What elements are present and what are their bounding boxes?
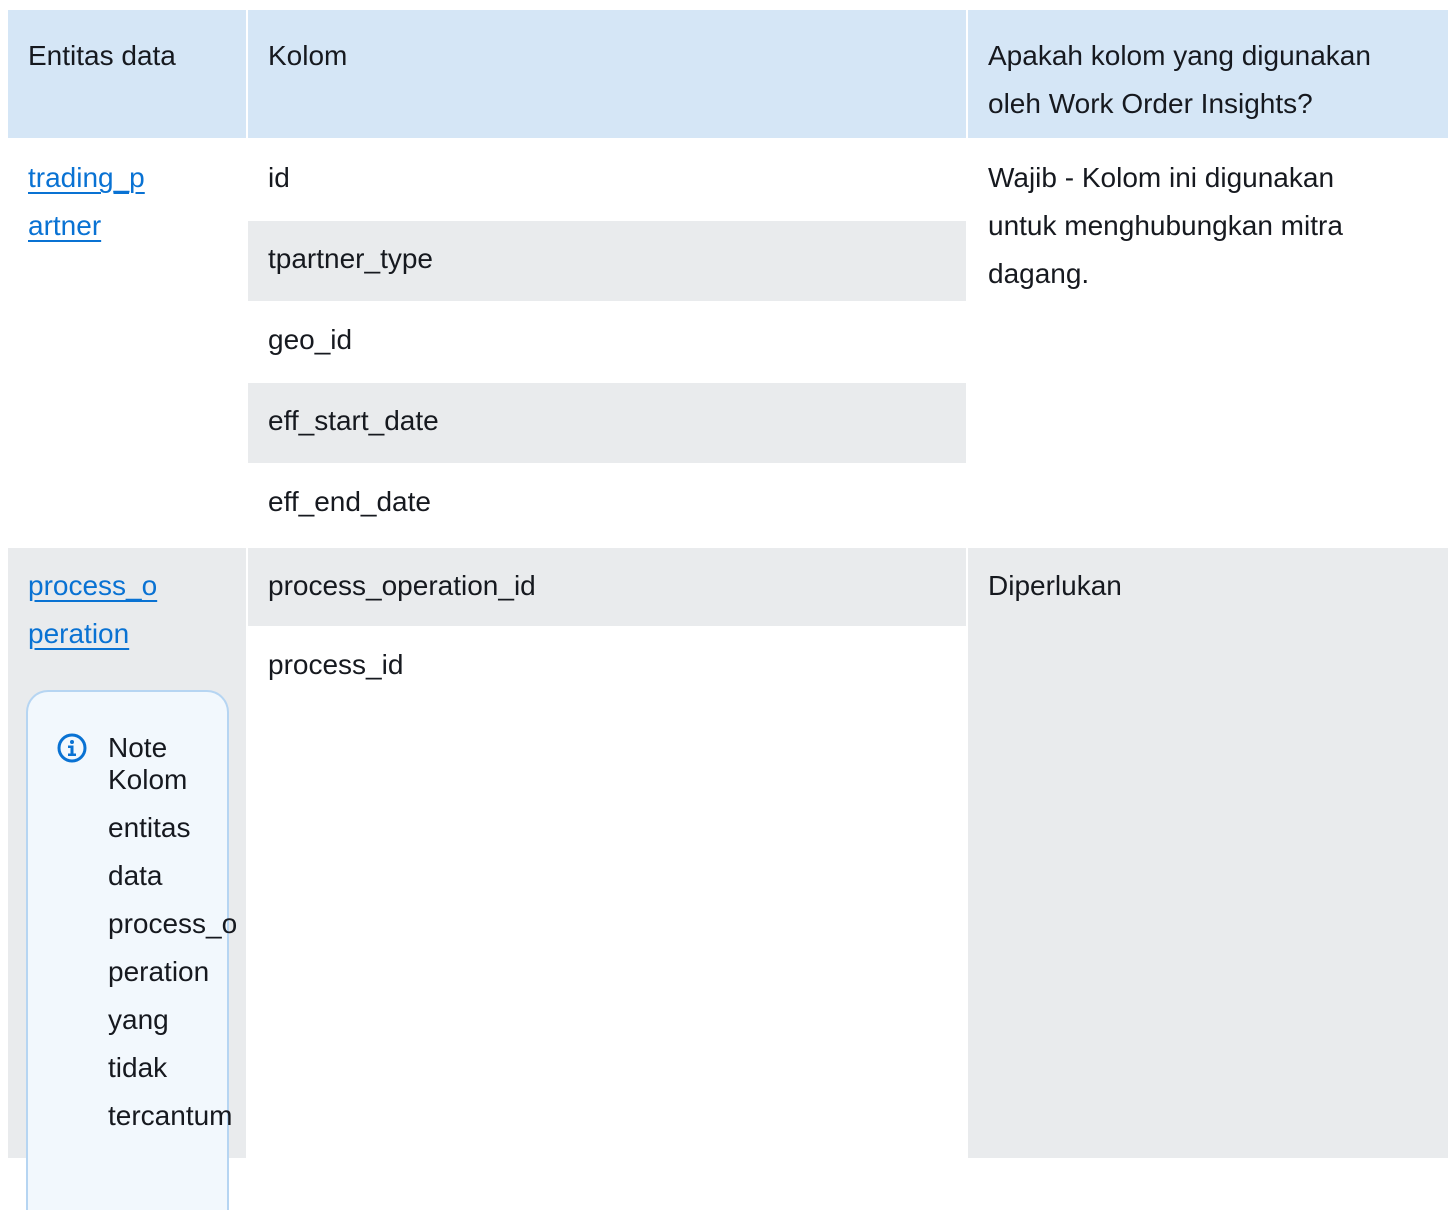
note-body: Kolom entitas data process_o peration ya…	[108, 764, 238, 1131]
usage-cell: Wajib - Kolom ini digunakan untuk menghu…	[968, 140, 1448, 546]
trading-partner-link[interactable]: trading_p artner	[28, 162, 145, 241]
header-column: Kolom	[248, 10, 966, 138]
column-cell: geo_id	[248, 302, 966, 382]
column-cell: process_operation_id	[248, 548, 966, 626]
column-cell: eff_start_date	[248, 383, 966, 463]
header-usage: Apakah kolom yang digunakan oleh Work Or…	[968, 10, 1448, 138]
process-operation-link[interactable]: process_o peration	[28, 570, 157, 649]
usage-cell: Diperlukan	[968, 548, 1448, 1158]
header-entity: Entitas data	[8, 10, 246, 138]
column-cell: tpartner_type	[248, 221, 966, 301]
column-cell: process_id	[248, 627, 966, 1158]
column-cell: eff_end_date	[248, 464, 966, 546]
entity-cell: trading_p artner	[8, 140, 246, 546]
info-circle-icon	[56, 732, 88, 764]
column-cell: id	[248, 140, 966, 220]
